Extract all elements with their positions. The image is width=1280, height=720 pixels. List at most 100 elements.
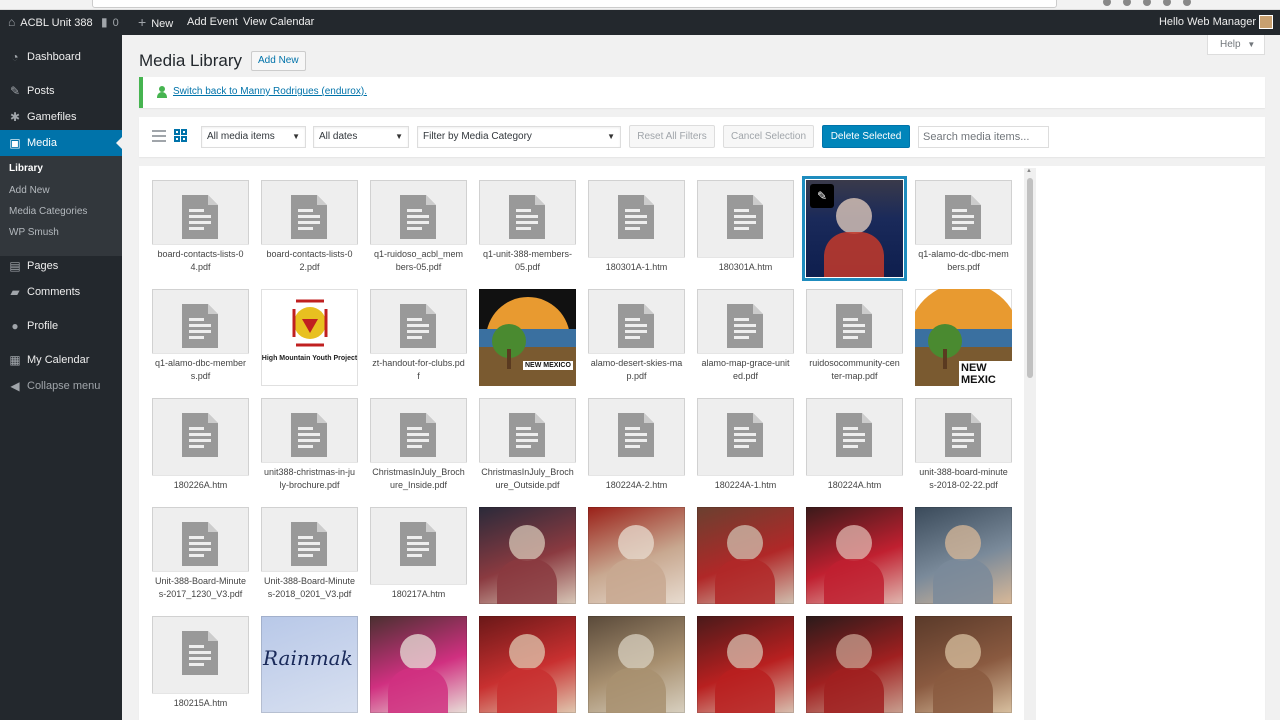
media-item[interactable]	[915, 616, 1012, 713]
search-input[interactable]	[918, 126, 1049, 148]
media-item[interactable]: ✎	[806, 180, 903, 277]
photo-subject	[933, 559, 993, 604]
media-grid: ▲ board-contacts-lists-04.pdf board-conta…	[139, 166, 1265, 720]
media-item[interactable]	[479, 507, 576, 604]
media-item[interactable]: 180224A.htm	[806, 398, 903, 495]
extension-icon[interactable]	[1123, 0, 1131, 6]
extension-icon[interactable]	[1163, 0, 1171, 6]
media-item[interactable]: q1-alamo-dbc-members.pdf	[152, 289, 249, 386]
submenu-add-new[interactable]: Add New	[9, 182, 50, 200]
media-item[interactable]: q1-unit-388-members-05.pdf	[479, 180, 576, 277]
cancel-selection-button[interactable]: Cancel Selection	[723, 125, 814, 148]
scrollbar-thumb[interactable]	[1027, 178, 1033, 378]
collapse-menu-button[interactable]: ◀ Collapse menu	[0, 373, 122, 399]
media-item[interactable]: NEW MEXIC	[915, 289, 1012, 386]
collapse-icon: ◀	[10, 379, 20, 393]
photo-subject	[824, 232, 884, 277]
media-item[interactable]: NEW MEXICO	[479, 289, 576, 386]
sidebar-item-gamefiles[interactable]: ✱ Gamefiles	[0, 104, 122, 130]
media-item[interactable]: 180224A-2.htm	[588, 398, 685, 495]
list-view-icon[interactable]	[152, 129, 166, 143]
site-name-link[interactable]: ⌂ ACBL Unit 388	[8, 10, 93, 35]
media-item[interactable]	[370, 616, 467, 713]
add-new-button[interactable]: Add New	[251, 51, 306, 71]
media-item[interactable]: unit-388-board-minutes-2018-02-22.pdf	[915, 398, 1012, 495]
document-icon	[727, 195, 763, 239]
calendar-icon: ▦	[9, 353, 21, 367]
media-filename: Unit-388-Board-Minutes-2018_0201_V3.pdf	[261, 571, 358, 604]
media-item[interactable]	[697, 616, 794, 713]
delete-selected-button[interactable]: Delete Selected	[822, 125, 910, 148]
media-item[interactable]: 180215A.htm	[152, 616, 249, 713]
media-item[interactable]	[588, 616, 685, 713]
media-item[interactable]: 180301A-1.htm	[588, 180, 685, 277]
media-item[interactable]: alamo-desert-skies-map.pdf	[588, 289, 685, 386]
media-item[interactable]: board-contacts-lists-04.pdf	[152, 180, 249, 277]
new-content-link[interactable]: + New	[138, 10, 173, 35]
view-calendar-link[interactable]: View Calendar	[243, 10, 314, 35]
extension-icon[interactable]	[1103, 0, 1111, 6]
media-filename: 180301A-1.htm	[588, 257, 685, 277]
media-category-filter[interactable]: Filter by Media Category ▼	[417, 126, 621, 148]
media-filename: 180224A.htm	[806, 475, 903, 495]
media-item[interactable]	[479, 616, 576, 713]
document-icon	[291, 522, 327, 566]
media-item[interactable]: 180217A.htm	[370, 507, 467, 604]
switch-back-link[interactable]: Switch back to Manny Rodrigues (endurox)…	[173, 86, 367, 97]
sidebar-item-dashboard[interactable]: ◔ Dashboard	[0, 44, 122, 70]
submenu-wp-smush[interactable]: WP Smush	[9, 224, 59, 242]
date-filter[interactable]: All dates ▼	[313, 126, 409, 148]
submenu-media-categories[interactable]: Media Categories	[9, 203, 87, 221]
browser-url-bar[interactable]	[92, 0, 1057, 8]
document-icon	[836, 304, 872, 348]
media-item[interactable]: 180224A-1.htm	[697, 398, 794, 495]
media-item[interactable]: unit388-christmas-in-july-brochure.pdf	[261, 398, 358, 495]
account-greeting[interactable]: Hello Web Manager	[1159, 10, 1256, 35]
media-item[interactable]: 180226A.htm	[152, 398, 249, 495]
media-type-filter[interactable]: All media items ▼	[201, 126, 306, 148]
media-item[interactable]	[806, 616, 903, 713]
media-filename: 180217A.htm	[370, 584, 467, 604]
sidebar-item-label: My Calendar	[27, 354, 90, 366]
media-item[interactable]: q1-ruidoso_acbl_members-05.pdf	[370, 180, 467, 277]
sidebar-item-posts[interactable]: ✎ Posts	[0, 78, 122, 104]
avatar[interactable]	[1259, 15, 1273, 29]
media-item[interactable]: ChristmasInJuly_Brochure_Outside.pdf	[479, 398, 576, 495]
media-item[interactable]	[697, 507, 794, 604]
admin-bar: ⌂ ACBL Unit 388 ▮ 0 + New Add Event View Ca…	[0, 10, 1280, 35]
grid-view-icon[interactable]	[174, 129, 188, 143]
reset-filters-button[interactable]: Reset All Filters	[629, 125, 715, 148]
media-item[interactable]	[915, 507, 1012, 604]
add-event-link[interactable]: Add Event	[187, 10, 238, 35]
media-item[interactable]: Rainmak	[261, 616, 358, 713]
media-item[interactable]: 180301A.htm	[697, 180, 794, 277]
media-item[interactable]: board-contacts-lists-02.pdf	[261, 180, 358, 277]
sidebar-item-comments[interactable]: ▰ Comments	[0, 279, 122, 305]
chevron-down-icon: ▼	[395, 132, 403, 141]
media-item[interactable]: High Mountain Youth Project	[261, 289, 358, 386]
help-tab[interactable]: Help ▼	[1207, 35, 1265, 55]
sidebar-item-label: Comments	[27, 286, 81, 298]
edit-pencil-icon[interactable]: ✎	[810, 184, 834, 208]
sidebar-item-my-calendar[interactable]: ▦ My Calendar	[0, 347, 122, 373]
comments-link[interactable]: ▮ 0	[101, 10, 119, 35]
extension-icon[interactable]	[1183, 0, 1191, 6]
media-item[interactable]: Unit-388-Board-Minutes-2017_1230_V3.pdf	[152, 507, 249, 604]
sidebar-item-media[interactable]: ▣ Media	[0, 130, 122, 156]
media-item[interactable]	[806, 507, 903, 604]
extension-icon[interactable]	[1143, 0, 1151, 6]
media-item[interactable]: ruidosocommunity-center-map.pdf	[806, 289, 903, 386]
media-item[interactable]: ChristmasInJuly_Brochure_Inside.pdf	[370, 398, 467, 495]
scroll-up-icon[interactable]: ▲	[1026, 168, 1032, 174]
media-item[interactable]	[588, 507, 685, 604]
media-item[interactable]: Unit-388-Board-Minutes-2018_0201_V3.pdf	[261, 507, 358, 604]
submenu-library[interactable]: Library	[9, 160, 43, 178]
gear-icon: ✱	[9, 110, 21, 124]
media-item[interactable]: alamo-map-grace-united.pdf	[697, 289, 794, 386]
media-filename: 180226A.htm	[152, 475, 249, 495]
media-item[interactable]: q1-alamo-dc-dbc-members.pdf	[915, 180, 1012, 277]
sidebar-item-profile[interactable]: ● Profile	[0, 313, 122, 339]
media-item[interactable]: zt-handout-for-clubs.pdf	[370, 289, 467, 386]
sidebar-item-pages[interactable]: ▤ Pages	[0, 253, 122, 279]
media-submenu: Library Add New Media Categories WP Smus…	[0, 156, 122, 256]
